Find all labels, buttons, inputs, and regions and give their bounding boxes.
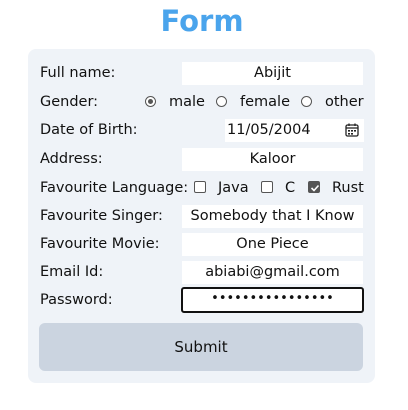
language-label: Favourite Language:	[40, 180, 189, 196]
checkmark-icon	[310, 184, 320, 192]
movie-label: Favourite Movie:	[40, 236, 160, 252]
language-c-checkbox[interactable]	[261, 181, 273, 193]
dob-input[interactable]: 11/05/2004	[225, 119, 364, 142]
language-rust-label: Rust	[332, 180, 364, 196]
gender-label: Gender:	[40, 94, 99, 110]
full-name-label: Full name:	[40, 65, 116, 81]
language-c-label: C	[285, 180, 296, 196]
password-input[interactable]: ••••••••••••••••	[181, 287, 364, 313]
gender-other-radio[interactable]	[301, 96, 312, 107]
language-rust-checkbox[interactable]	[308, 181, 320, 193]
calendar-icon[interactable]	[345, 123, 359, 137]
singer-label: Favourite Singer:	[40, 208, 163, 224]
password-label: Password:	[40, 292, 113, 308]
language-java-label: Java	[218, 180, 249, 196]
language-java-checkbox[interactable]	[194, 181, 206, 193]
dob-value: 11/05/2004	[227, 122, 311, 138]
submit-button[interactable]: Submit	[39, 323, 363, 371]
gender-male-radio[interactable]	[145, 96, 156, 107]
gender-female-label: female	[240, 94, 290, 110]
singer-input[interactable]: Somebody that I Know	[182, 205, 363, 228]
gender-male-label: male	[169, 94, 205, 110]
address-input[interactable]: Kaloor	[182, 148, 363, 171]
gender-female-radio[interactable]	[216, 96, 227, 107]
email-input[interactable]: abiabi@gmail.com	[182, 261, 363, 284]
full-name-input[interactable]: Abijit	[182, 62, 363, 85]
address-label: Address:	[40, 151, 103, 167]
movie-input[interactable]: One Piece	[182, 233, 363, 256]
page-title: Form	[160, 4, 244, 38]
gender-other-label: other	[325, 94, 364, 110]
email-label: Email Id:	[40, 264, 104, 280]
dob-label: Date of Birth:	[40, 122, 138, 138]
